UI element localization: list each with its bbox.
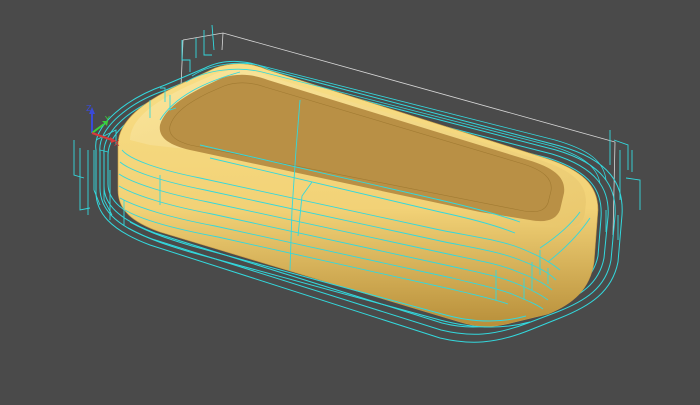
z-axis-label: Z	[86, 104, 92, 113]
y-axis-label: Y	[104, 115, 110, 124]
y-axis-line	[91, 123, 105, 134]
cad-3d-viewport[interactable]: Z Y X	[0, 0, 700, 405]
coordinate-triad: Z Y X	[86, 104, 120, 148]
x-axis-label: X	[114, 139, 120, 148]
scene-canvas[interactable]: Z Y X	[0, 0, 700, 405]
part-body[interactable]	[117, 63, 599, 327]
